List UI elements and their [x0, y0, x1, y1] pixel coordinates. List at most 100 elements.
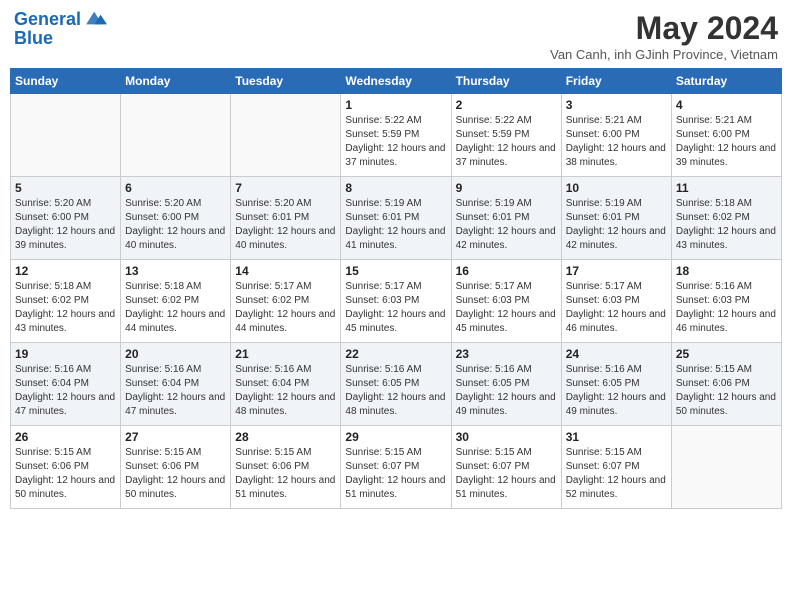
day-number: 26	[15, 430, 116, 444]
day-info: Sunrise: 5:21 AM Sunset: 6:00 PM Dayligh…	[566, 114, 667, 170]
day-number: 29	[345, 430, 446, 444]
weekday-header-wednesday: Wednesday	[341, 69, 451, 94]
calendar-cell	[11, 94, 121, 177]
calendar-cell: 23 Sunrise: 5:16 AM Sunset: 6:05 PM Dayli…	[451, 343, 561, 426]
calendar-cell: 30 Sunrise: 5:15 AM Sunset: 6:07 PM Dayli…	[451, 426, 561, 509]
day-number: 5	[15, 181, 116, 195]
calendar-cell: 9 Sunrise: 5:19 AM Sunset: 6:01 PM Daylig…	[451, 177, 561, 260]
calendar-cell: 5 Sunrise: 5:20 AM Sunset: 6:00 PM Daylig…	[11, 177, 121, 260]
day-info: Sunrise: 5:16 AM Sunset: 6:04 PM Dayligh…	[15, 363, 116, 419]
calendar-cell: 2Sunrise: 5:22 AM Sunset: 5:59 PM Daylig…	[451, 94, 561, 177]
day-info: Sunrise: 5:18 AM Sunset: 6:02 PM Dayligh…	[125, 280, 226, 336]
calendar-cell: 10 Sunrise: 5:19 AM Sunset: 6:01 PM Dayli…	[561, 177, 671, 260]
day-number: 8	[345, 181, 446, 195]
day-info: Sunrise: 5:15 AM Sunset: 6:06 PM Dayligh…	[15, 446, 116, 502]
weekday-header-sunday: Sunday	[11, 69, 121, 94]
calendar-cell: 20 Sunrise: 5:16 AM Sunset: 6:04 PM Dayli…	[121, 343, 231, 426]
day-info: Sunrise: 5:17 AM Sunset: 6:03 PM Dayligh…	[456, 280, 557, 336]
day-info: Sunrise: 5:19 AM Sunset: 6:01 PM Dayligh…	[345, 197, 446, 253]
calendar-cell: 28Sunrise: 5:15 AM Sunset: 6:06 PM Dayli…	[231, 426, 341, 509]
calendar-cell	[231, 94, 341, 177]
calendar-cell: 26 Sunrise: 5:15 AM Sunset: 6:06 PM Dayli…	[11, 426, 121, 509]
day-info: Sunrise: 5:22 AM Sunset: 5:59 PM Dayligh…	[456, 114, 557, 170]
calendar-cell: 11 Sunrise: 5:18 AM Sunset: 6:02 PM Dayli…	[671, 177, 781, 260]
day-info: Sunrise: 5:20 AM Sunset: 6:01 PM Dayligh…	[235, 197, 336, 253]
day-number: 23	[456, 347, 557, 361]
week-row-3: 12Sunrise: 5:18 AM Sunset: 6:02 PM Dayli…	[11, 260, 782, 343]
page-header: General Blue May 2024 Van Canh, inh GJin…	[10, 10, 782, 62]
day-number: 3	[566, 98, 667, 112]
day-info: Sunrise: 5:15 AM Sunset: 6:07 PM Dayligh…	[456, 446, 557, 502]
day-info: Sunrise: 5:16 AM Sunset: 6:05 PM Dayligh…	[345, 363, 446, 419]
day-info: Sunrise: 5:20 AM Sunset: 6:00 PM Dayligh…	[15, 197, 116, 253]
day-info: Sunrise: 5:18 AM Sunset: 6:02 PM Dayligh…	[676, 197, 777, 253]
day-info: Sunrise: 5:15 AM Sunset: 6:07 PM Dayligh…	[566, 446, 667, 502]
day-info: Sunrise: 5:17 AM Sunset: 6:03 PM Dayligh…	[566, 280, 667, 336]
calendar-cell: 3 Sunrise: 5:21 AM Sunset: 6:00 PM Daylig…	[561, 94, 671, 177]
calendar-table: SundayMondayTuesdayWednesdayThursdayFrid…	[10, 68, 782, 509]
day-info: Sunrise: 5:16 AM Sunset: 6:05 PM Dayligh…	[566, 363, 667, 419]
week-row-2: 5 Sunrise: 5:20 AM Sunset: 6:00 PM Daylig…	[11, 177, 782, 260]
calendar-cell: 1 Sunrise: 5:22 AM Sunset: 5:59 PM Daylig…	[341, 94, 451, 177]
day-info: Sunrise: 5:16 AM Sunset: 6:04 PM Dayligh…	[235, 363, 336, 419]
calendar-cell	[121, 94, 231, 177]
day-number: 18	[676, 264, 777, 278]
day-info: Sunrise: 5:21 AM Sunset: 6:00 PM Dayligh…	[676, 114, 777, 170]
day-number: 6	[125, 181, 226, 195]
day-info: Sunrise: 5:18 AM Sunset: 6:02 PM Dayligh…	[15, 280, 116, 336]
weekday-header-row: SundayMondayTuesdayWednesdayThursdayFrid…	[11, 69, 782, 94]
logo-blue: Blue	[14, 28, 107, 49]
day-info: Sunrise: 5:19 AM Sunset: 6:01 PM Dayligh…	[456, 197, 557, 253]
day-info: Sunrise: 5:20 AM Sunset: 6:00 PM Dayligh…	[125, 197, 226, 253]
day-number: 4	[676, 98, 777, 112]
weekday-header-saturday: Saturday	[671, 69, 781, 94]
calendar-cell	[671, 426, 781, 509]
day-info: Sunrise: 5:16 AM Sunset: 6:04 PM Dayligh…	[125, 363, 226, 419]
day-number: 11	[676, 181, 777, 195]
day-number: 10	[566, 181, 667, 195]
calendar-cell: 31Sunrise: 5:15 AM Sunset: 6:07 PM Dayli…	[561, 426, 671, 509]
calendar-cell: 29Sunrise: 5:15 AM Sunset: 6:07 PM Dayli…	[341, 426, 451, 509]
day-number: 16	[456, 264, 557, 278]
day-number: 14	[235, 264, 336, 278]
day-info: Sunrise: 5:17 AM Sunset: 6:02 PM Dayligh…	[235, 280, 336, 336]
day-number: 27	[125, 430, 226, 444]
logo: General Blue	[14, 10, 107, 49]
day-number: 21	[235, 347, 336, 361]
calendar-cell: 25Sunrise: 5:15 AM Sunset: 6:06 PM Dayli…	[671, 343, 781, 426]
day-info: Sunrise: 5:16 AM Sunset: 6:05 PM Dayligh…	[456, 363, 557, 419]
week-row-5: 26 Sunrise: 5:15 AM Sunset: 6:06 PM Dayli…	[11, 426, 782, 509]
calendar-cell: 17 Sunrise: 5:17 AM Sunset: 6:03 PM Dayli…	[561, 260, 671, 343]
day-number: 13	[125, 264, 226, 278]
title-block: May 2024 Van Canh, inh GJinh Province, V…	[550, 10, 778, 62]
logo-icon	[83, 8, 107, 28]
calendar-cell: 19 Sunrise: 5:16 AM Sunset: 6:04 PM Dayli…	[11, 343, 121, 426]
day-info: Sunrise: 5:15 AM Sunset: 6:06 PM Dayligh…	[676, 363, 777, 419]
day-number: 22	[345, 347, 446, 361]
day-info: Sunrise: 5:22 AM Sunset: 5:59 PM Dayligh…	[345, 114, 446, 170]
day-info: Sunrise: 5:17 AM Sunset: 6:03 PM Dayligh…	[345, 280, 446, 336]
day-number: 28	[235, 430, 336, 444]
day-number: 19	[15, 347, 116, 361]
day-number: 9	[456, 181, 557, 195]
location-subtitle: Van Canh, inh GJinh Province, Vietnam	[550, 47, 778, 62]
weekday-header-friday: Friday	[561, 69, 671, 94]
day-number: 30	[456, 430, 557, 444]
day-number: 24	[566, 347, 667, 361]
calendar-cell: 12Sunrise: 5:18 AM Sunset: 6:02 PM Dayli…	[11, 260, 121, 343]
day-number: 1	[345, 98, 446, 112]
weekday-header-thursday: Thursday	[451, 69, 561, 94]
calendar-cell: 18 Sunrise: 5:16 AM Sunset: 6:03 PM Dayli…	[671, 260, 781, 343]
calendar-cell: 15Sunrise: 5:17 AM Sunset: 6:03 PM Dayli…	[341, 260, 451, 343]
day-number: 20	[125, 347, 226, 361]
calendar-cell: 7Sunrise: 5:20 AM Sunset: 6:01 PM Daylig…	[231, 177, 341, 260]
day-info: Sunrise: 5:19 AM Sunset: 6:01 PM Dayligh…	[566, 197, 667, 253]
calendar-cell: 21 Sunrise: 5:16 AM Sunset: 6:04 PM Dayli…	[231, 343, 341, 426]
calendar-cell: 14 Sunrise: 5:17 AM Sunset: 6:02 PM Dayli…	[231, 260, 341, 343]
weekday-header-tuesday: Tuesday	[231, 69, 341, 94]
day-info: Sunrise: 5:15 AM Sunset: 6:06 PM Dayligh…	[125, 446, 226, 502]
week-row-4: 19 Sunrise: 5:16 AM Sunset: 6:04 PM Dayli…	[11, 343, 782, 426]
day-info: Sunrise: 5:16 AM Sunset: 6:03 PM Dayligh…	[676, 280, 777, 336]
day-number: 17	[566, 264, 667, 278]
week-row-1: 1 Sunrise: 5:22 AM Sunset: 5:59 PM Daylig…	[11, 94, 782, 177]
